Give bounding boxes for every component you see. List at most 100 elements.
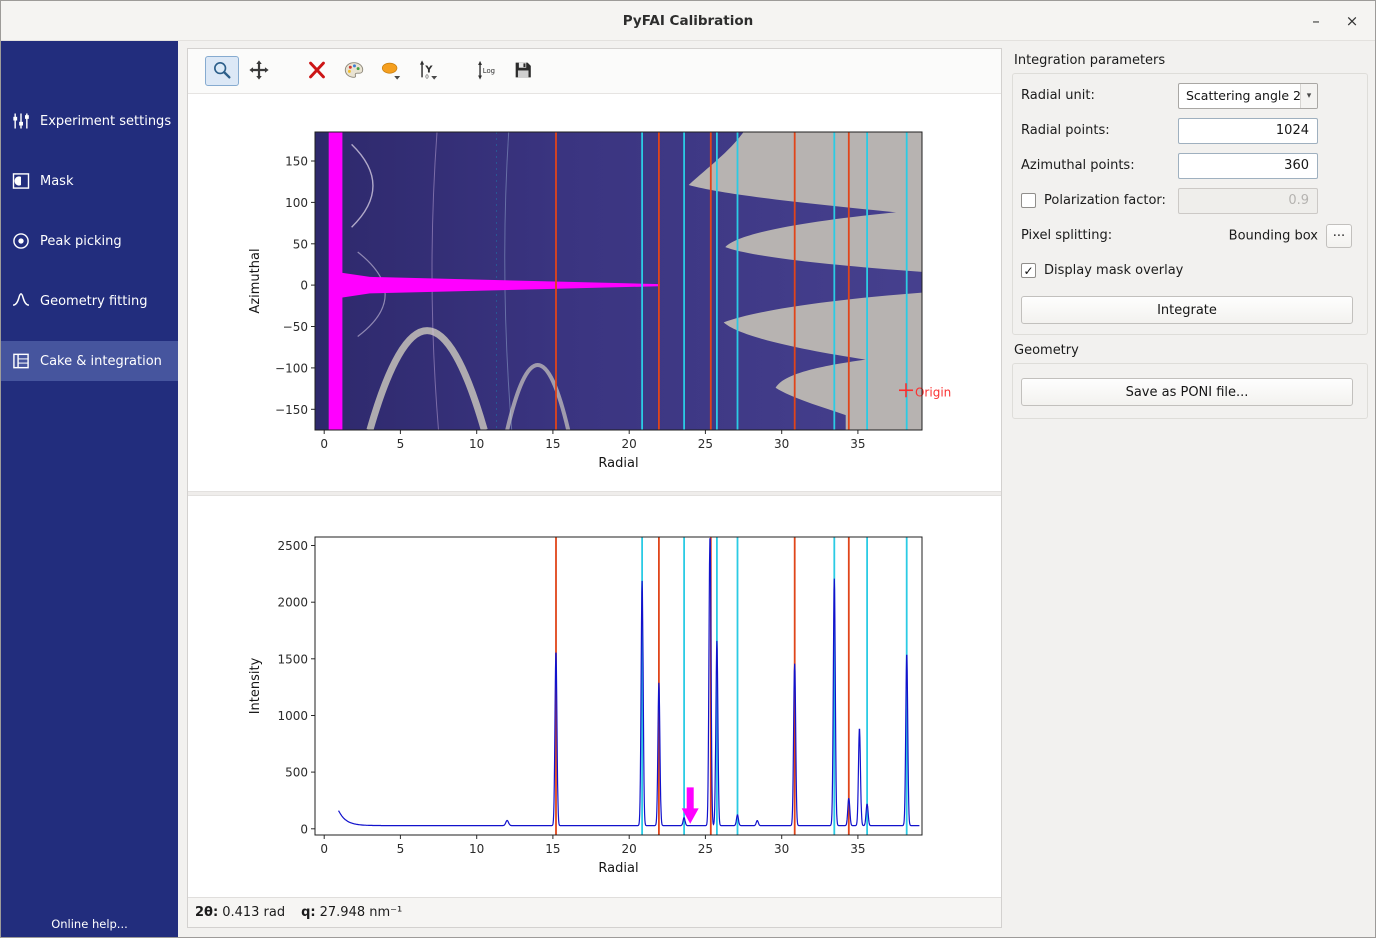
mask-tool-button[interactable] [374, 56, 408, 86]
svg-text:500: 500 [285, 766, 308, 780]
red-cross-icon [306, 59, 328, 84]
integration-parameters-group: Radial unit: Scattering angle 2 ▾ Radial… [1012, 73, 1368, 335]
polarization-checkbox[interactable] [1021, 193, 1036, 208]
integration-parameters-title: Integration parameters [1012, 53, 1368, 68]
radial-points-input[interactable] [1178, 118, 1318, 144]
radial-unit-label: Radial unit: [1021, 88, 1095, 103]
svg-text:1000: 1000 [277, 709, 308, 723]
clear-button[interactable] [300, 56, 334, 86]
close-button[interactable]: × [1339, 8, 1365, 34]
svg-text:Radial: Radial [598, 861, 638, 876]
cake-2d-plot[interactable]: Origin05101520253035−150−100−50050100150… [188, 94, 1001, 491]
svg-text:1500: 1500 [277, 652, 308, 666]
log-icon: Log [475, 59, 497, 84]
sidebar-item-label: Peak picking [40, 234, 122, 249]
mask-overlay-label: Display mask overlay [1044, 263, 1183, 278]
sidebar-item-geometry-fitting[interactable]: Geometry fitting [1, 281, 178, 321]
polarization-row: Polarization factor: [1013, 183, 1367, 218]
azimuthal-points-input[interactable] [1178, 153, 1318, 179]
toolbar: Y0 Log [188, 49, 1001, 94]
pixel-splitting-row: Pixel splitting: Bounding box ... [1013, 218, 1367, 253]
svg-text:100: 100 [285, 196, 308, 210]
radial-unit-select[interactable]: Scattering angle 2 ▾ [1178, 83, 1318, 109]
plot-top: Origin05101520253035−150−100−50050100150… [188, 94, 1001, 491]
sidebar-item-label: Experiment settings [40, 114, 171, 129]
cake-image [315, 132, 922, 430]
svg-text:Intensity: Intensity [248, 657, 263, 714]
online-help-link[interactable]: Online help... [1, 917, 178, 931]
svg-text:30: 30 [774, 437, 789, 451]
azimuthal-points-label: Azimuthal points: [1021, 158, 1135, 173]
radial-unit-row: Radial unit: Scattering angle 2 ▾ [1013, 78, 1367, 113]
svg-text:5: 5 [397, 437, 405, 451]
two-theta-value: 0.413 rad [222, 905, 285, 920]
sidebar-item-experiment-settings[interactable]: Experiment settings [1, 101, 178, 141]
sliders-icon [11, 111, 31, 131]
window-controls: – × [1303, 1, 1365, 40]
integration-1d-plot[interactable]: 0510152025303505001000150020002500Radial… [188, 496, 1001, 897]
radial-unit-value: Scattering angle 2 [1179, 88, 1300, 103]
azimuthal-points-row: Azimuthal points: [1013, 148, 1367, 183]
svg-text:0: 0 [300, 822, 308, 836]
chevron-down-icon: ▾ [1300, 84, 1317, 108]
svg-text:Log: Log [483, 67, 495, 75]
svg-text:−50: −50 [283, 320, 308, 334]
svg-text:0: 0 [425, 74, 429, 80]
svg-text:50: 50 [293, 237, 308, 251]
sidebar-item-mask[interactable]: Mask [1, 161, 178, 201]
geometry-title: Geometry [1012, 343, 1368, 358]
svg-text:35: 35 [850, 842, 865, 856]
radial-points-label: Radial points: [1021, 123, 1110, 138]
pixel-splitting-value: Bounding box [1229, 228, 1318, 243]
sidebar-item-label: Geometry fitting [40, 294, 147, 309]
save-poni-button[interactable]: Save as PONI file... [1021, 378, 1353, 406]
svg-text:5: 5 [397, 842, 405, 856]
mask-icon [11, 171, 31, 191]
log-scale-button[interactable]: Log [469, 56, 503, 86]
palette-icon [343, 59, 365, 84]
svg-text:15: 15 [545, 842, 560, 856]
svg-text:0: 0 [320, 842, 328, 856]
orange-ellipse-icon [380, 59, 402, 84]
svg-text:−100: −100 [275, 361, 308, 375]
right-panel: Integration parameters Radial unit: Scat… [1010, 41, 1376, 938]
svg-text:Radial: Radial [598, 456, 638, 471]
two-theta-label: 2θ: [195, 905, 218, 920]
geometry-group: Save as PONI file... [1012, 363, 1368, 419]
curve-icon [11, 291, 31, 311]
axes-mode-button[interactable]: Y0 [411, 56, 445, 86]
svg-text:0: 0 [320, 437, 328, 451]
plot-panel: Y0Log Origin05101520253035−150−100−50050… [187, 48, 1002, 928]
svg-text:Azimuthal: Azimuthal [248, 248, 263, 313]
minimize-button[interactable]: – [1303, 8, 1329, 34]
svg-text:35: 35 [850, 437, 865, 451]
svg-text:20: 20 [622, 437, 637, 451]
sidebar-item-label: Mask [40, 174, 73, 189]
target-icon [11, 231, 31, 251]
integrate-button[interactable]: Integrate [1021, 296, 1353, 324]
pixel-splitting-more-button[interactable]: ... [1326, 224, 1352, 248]
svg-text:0: 0 [300, 279, 308, 293]
pan-button[interactable] [242, 56, 276, 86]
save-icon [512, 59, 534, 84]
app-window: PyFAI Calibration – × Experiment setting… [0, 0, 1376, 938]
sidebar-items: Experiment settings Mask Peak picking Geome… [1, 41, 178, 381]
svg-text:20: 20 [622, 842, 637, 856]
magnifier-icon [211, 59, 233, 84]
sidebar-item-peak-picking[interactable]: Peak picking [1, 221, 178, 261]
mask-overlay-checkbox[interactable] [1021, 263, 1036, 278]
pixel-splitting-label: Pixel splitting: [1021, 228, 1112, 243]
plot-bottom: 0510152025303505001000150020002500Radial… [188, 496, 1001, 897]
pan-icon [248, 59, 270, 84]
svg-text:2500: 2500 [277, 539, 308, 553]
svg-text:15: 15 [545, 437, 560, 451]
sidebar-item-label: Cake & integration [40, 354, 162, 369]
sidebar-item-cake-integration[interactable]: Cake & integration [1, 341, 178, 381]
colormap-button[interactable] [337, 56, 371, 86]
svg-text:150: 150 [285, 155, 308, 169]
zoom-button[interactable] [205, 56, 239, 86]
sidebar: Experiment settings Mask Peak picking Geome… [1, 41, 178, 938]
save-button[interactable] [506, 56, 540, 86]
svg-text:10: 10 [469, 437, 484, 451]
geometry-section: Geometry Save as PONI file... [1012, 343, 1368, 419]
